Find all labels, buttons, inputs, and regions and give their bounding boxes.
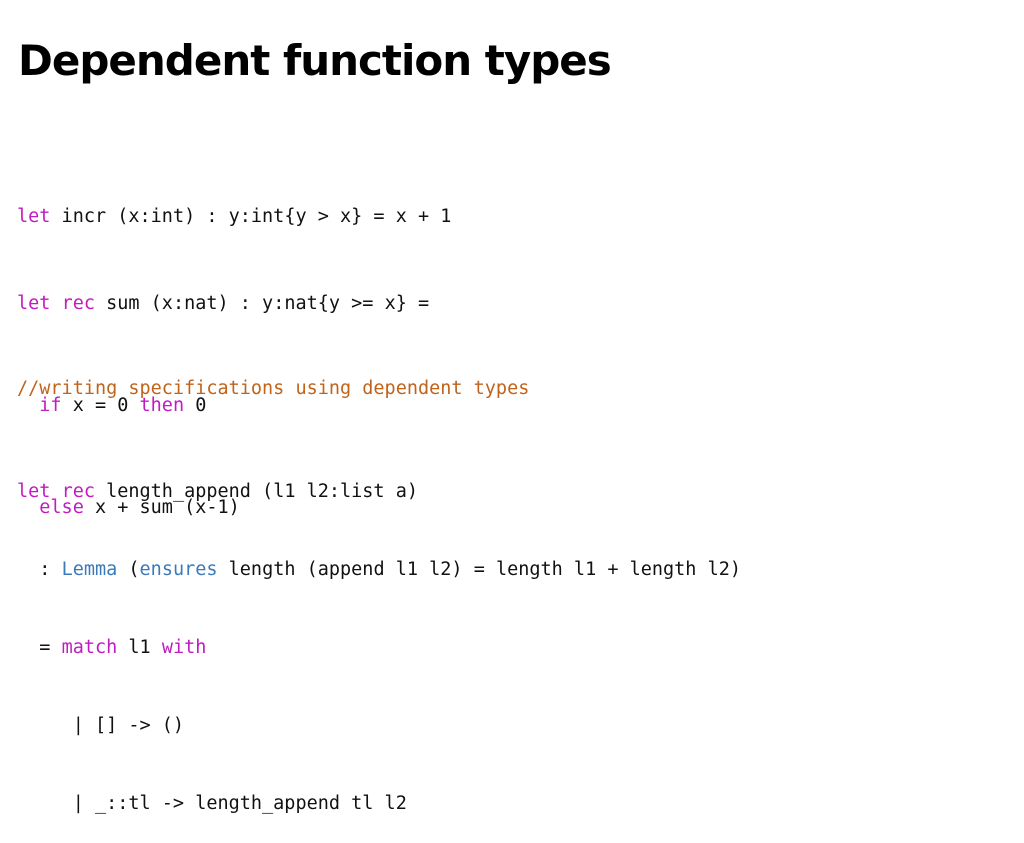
code-line: let rec length_append (l1 l2:list a) xyxy=(17,479,741,505)
code-text: : xyxy=(17,559,62,580)
keyword-lemma: Lemma xyxy=(61,559,118,580)
code-text: length_append (l1 l2:list a) xyxy=(94,481,418,502)
keyword-let: let xyxy=(17,481,51,502)
code-text: sum (x:nat) : y:nat{y >= x} = xyxy=(94,293,430,314)
keyword-ensures: ensures xyxy=(139,559,218,580)
keyword-match: match xyxy=(61,637,118,658)
code-text: = xyxy=(17,637,62,658)
code-text: ( xyxy=(117,559,140,580)
keyword-rec: rec xyxy=(61,293,95,314)
keyword-let: let xyxy=(17,293,51,314)
code-text: length (append l1 l2) = length l1 + leng… xyxy=(217,559,741,580)
code-comment: //writing specifications using dependent… xyxy=(17,378,530,399)
slide-title: Dependent function types xyxy=(18,36,612,85)
keyword-rec: rec xyxy=(61,481,95,502)
code-line: : Lemma (ensures length (append l1 l2) =… xyxy=(17,557,741,583)
code-line: | _::tl -> length_append tl l2 xyxy=(17,791,741,817)
code-text: | _::tl -> length_append tl l2 xyxy=(17,793,407,814)
code-line: | [] -> () xyxy=(17,713,741,739)
code-text: | [] -> () xyxy=(17,715,185,736)
code-line: let rec sum (x:nat) : y:nat{y >= x} = xyxy=(17,287,429,321)
keyword-with: with xyxy=(161,637,207,658)
code-text: l1 xyxy=(117,637,162,658)
code-line: = match l1 with xyxy=(17,635,741,661)
code-block-length-append: let rec length_append (l1 l2:list a) : L… xyxy=(17,427,741,843)
